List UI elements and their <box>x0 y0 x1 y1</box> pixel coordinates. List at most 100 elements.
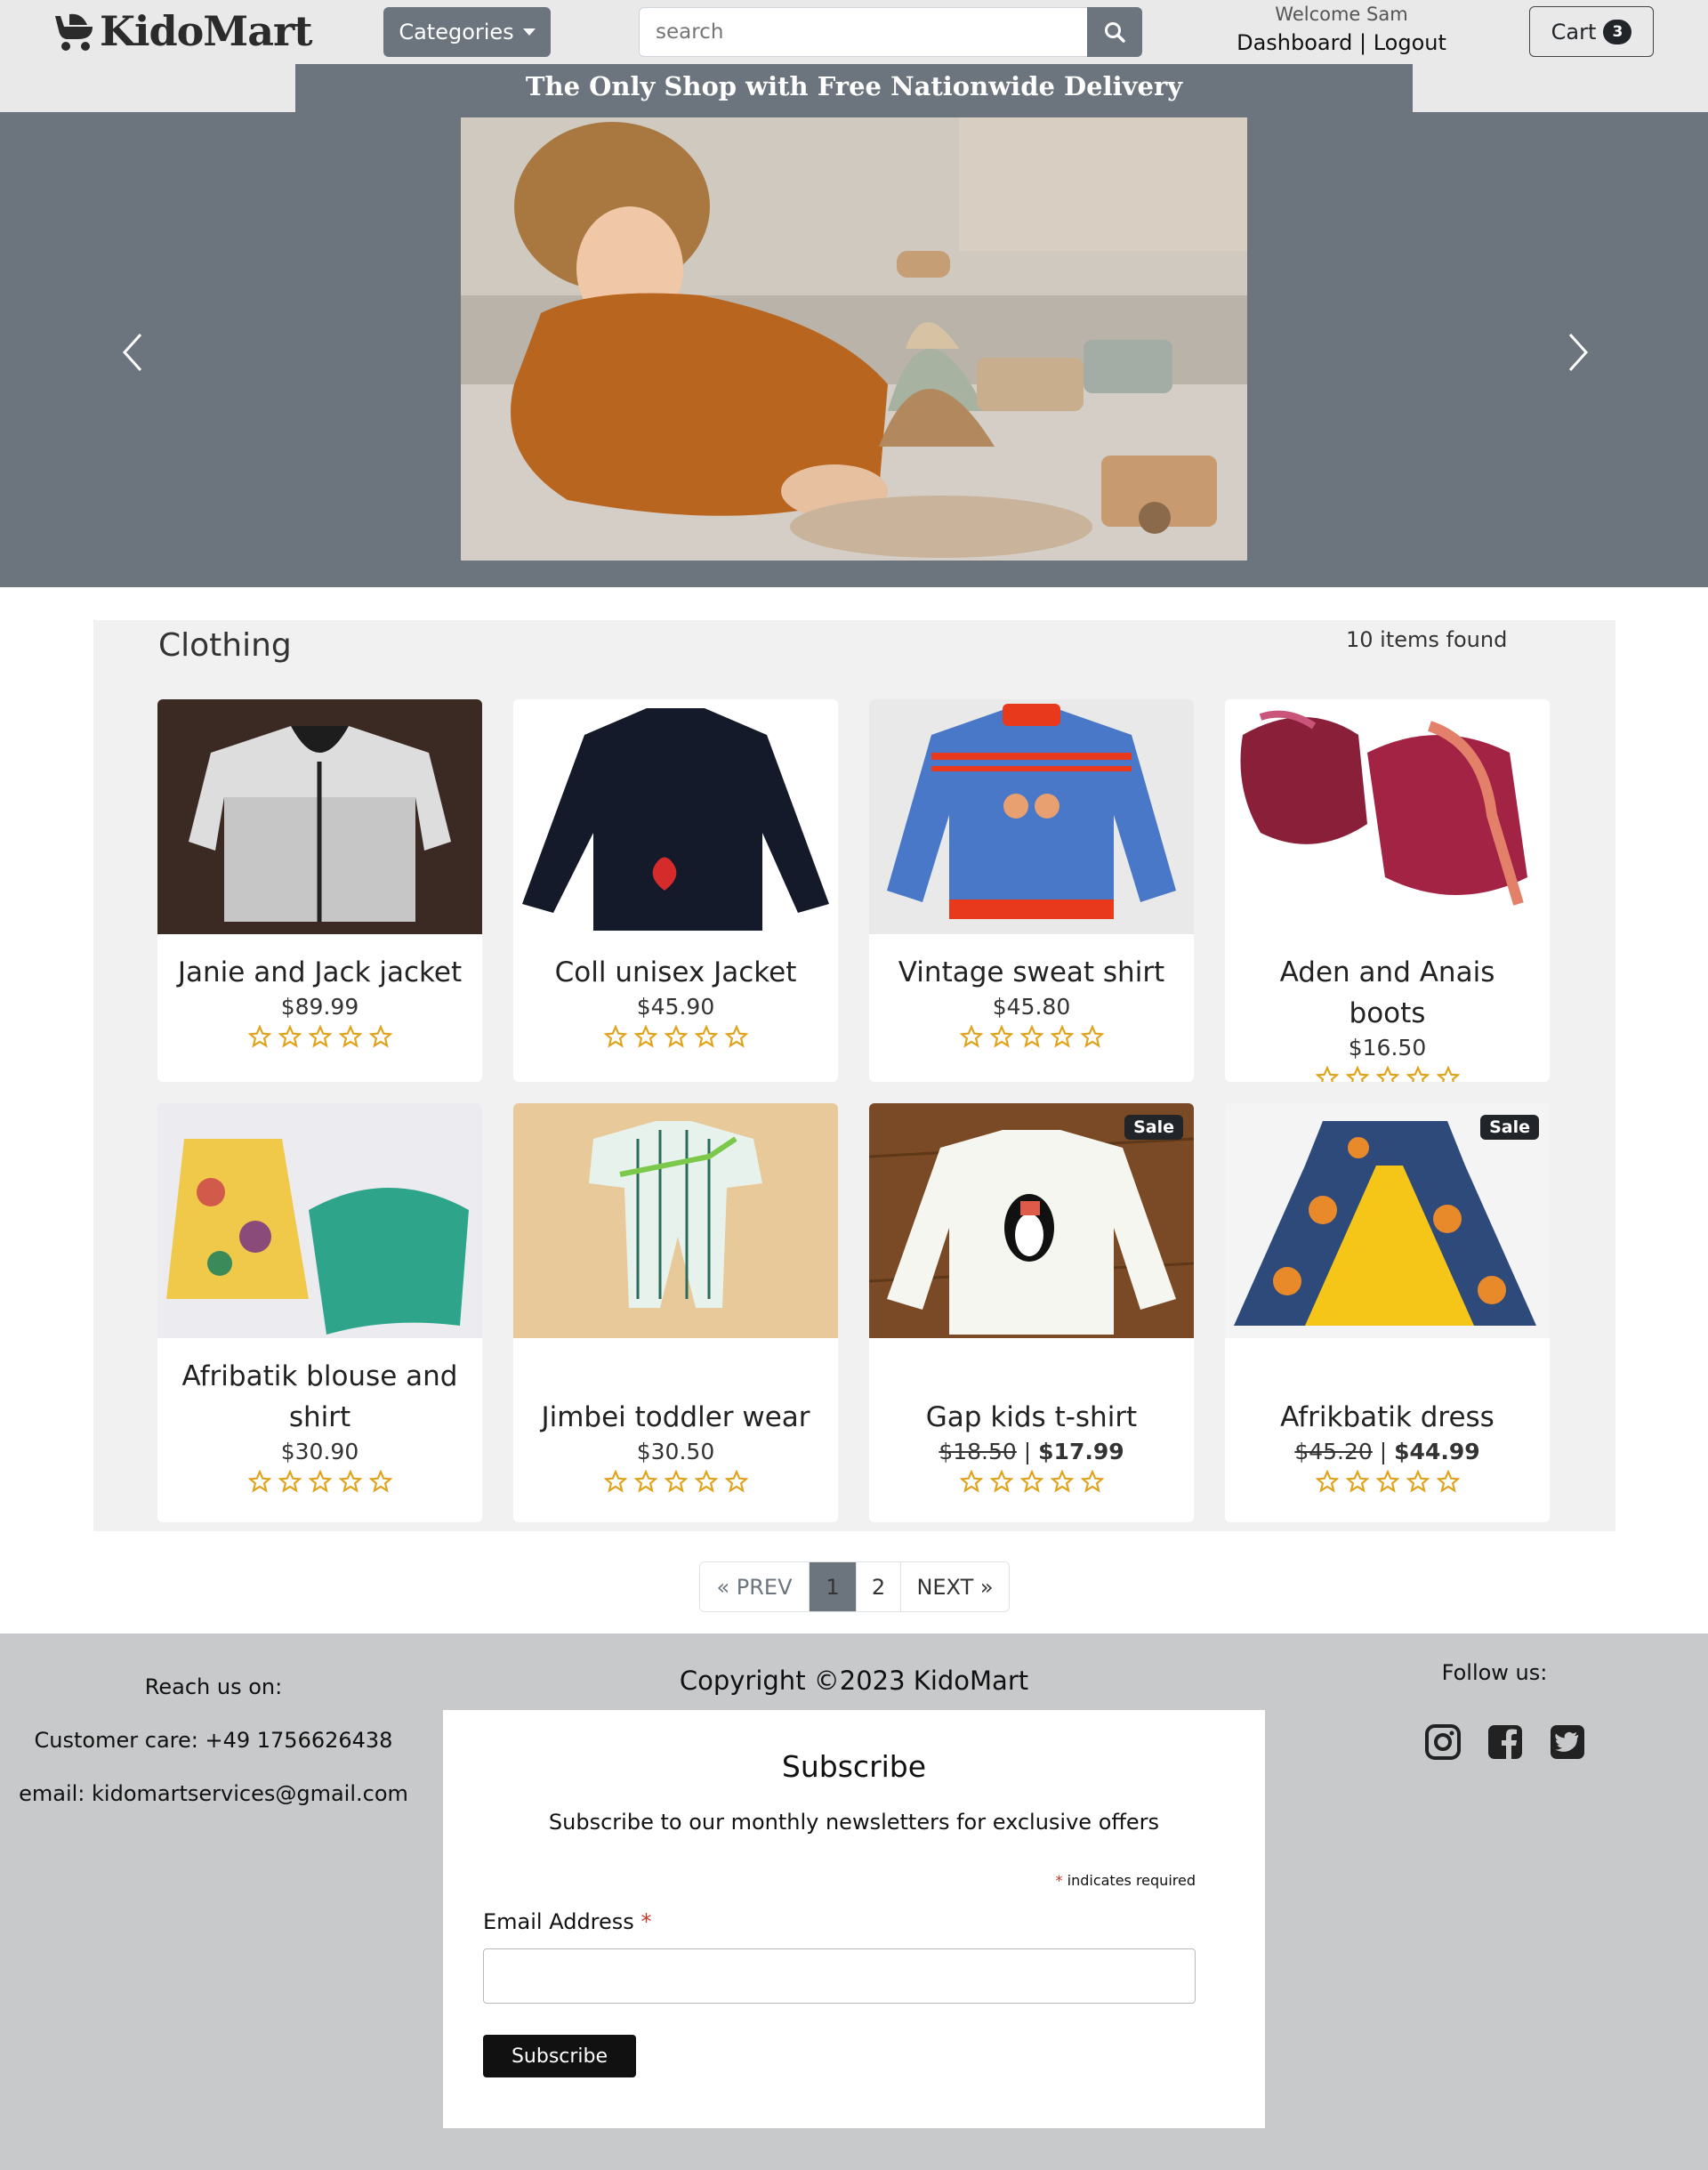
product-name[interactable]: Jimbei toddler wear <box>513 1397 838 1438</box>
product-image[interactable]: Sale <box>869 1103 1194 1338</box>
star-outline-icon <box>1375 1066 1399 1082</box>
star-outline-icon <box>338 1470 362 1493</box>
cart-button[interactable]: Cart 3 <box>1529 6 1654 57</box>
star-outline-icon <box>633 1025 657 1048</box>
product-info: Afribatik blouse and shirt $30.90 <box>157 1338 482 1493</box>
product-name[interactable]: Afribatik blouse and shirt <box>157 1356 482 1438</box>
email-link[interactable]: kidomartservices@gmail.com <box>92 1781 408 1806</box>
product-info: Jimbei toddler wear $30.50 <box>513 1338 838 1493</box>
cart-label: Cart <box>1551 19 1597 44</box>
carousel-next-icon[interactable] <box>1561 326 1597 379</box>
price-separator: | <box>1016 1439 1039 1464</box>
product-card[interactable]: Sale Afrikbatik dress $45.20 | $44.99 <box>1225 1103 1550 1522</box>
star-outline-icon <box>1406 1066 1430 1082</box>
price-separator: | <box>1372 1439 1395 1464</box>
page-2-button[interactable]: 2 <box>857 1562 901 1611</box>
product-info: Janie and Jack jacket $89.99 <box>157 934 482 1048</box>
follow-title: Follow us: <box>1441 1660 1548 1685</box>
star-outline-icon <box>989 1470 1013 1493</box>
facebook-icon[interactable] <box>1486 1722 1525 1762</box>
email-field[interactable] <box>483 1948 1196 2004</box>
categories-dropdown-button[interactable]: Categories <box>383 7 551 57</box>
search-icon <box>1105 22 1125 43</box>
carousel-prev-icon[interactable] <box>114 326 149 379</box>
product-name[interactable]: Afrikbatik dress <box>1225 1397 1550 1438</box>
dashboard-link[interactable]: Dashboard <box>1237 30 1352 55</box>
product-image[interactable] <box>157 699 482 934</box>
product-price: $89.99 <box>157 993 482 1021</box>
star-outline-icon <box>1019 1470 1043 1493</box>
product-name[interactable]: Coll unisex Jacket <box>513 952 838 993</box>
reach-title: Reach us on: <box>144 1674 283 1699</box>
product-name[interactable]: Vintage sweat shirt <box>869 952 1194 993</box>
product-name[interactable]: Janie and Jack jacket <box>157 952 482 993</box>
star-outline-icon <box>1019 1025 1043 1048</box>
product-image[interactable]: Sale <box>1225 1103 1550 1338</box>
pagination: « PREV 1 2 NEXT » <box>699 1561 1010 1612</box>
product-card[interactable]: Coll unisex Jacket $45.90 <box>513 699 838 1082</box>
subscribe-button[interactable]: Subscribe <box>483 2035 636 2077</box>
sale-badge: Sale <box>1124 1115 1183 1140</box>
search-input[interactable] <box>639 7 1087 57</box>
star-outline-icon <box>247 1470 271 1493</box>
star-outline-icon <box>694 1025 718 1048</box>
rating-stars <box>513 1025 838 1048</box>
sale-price: $17.99 <box>1038 1439 1124 1464</box>
product-image[interactable] <box>157 1103 482 1338</box>
search-bar <box>639 7 1142 57</box>
product-name[interactable]: Gap kids t-shirt <box>869 1397 1194 1438</box>
product-info: Coll unisex Jacket $45.90 <box>513 934 838 1048</box>
star-outline-icon <box>278 1470 302 1493</box>
rating-stars <box>157 1470 482 1493</box>
logo[interactable]: KidoMart <box>52 5 313 57</box>
logout-link[interactable]: Logout <box>1374 30 1446 55</box>
promo-banner: The Only Shop with Free Nationwide Deliv… <box>295 64 1413 112</box>
product-info: Gap kids t-shirt $18.50 | $17.99 <box>869 1338 1194 1493</box>
star-outline-icon <box>278 1025 302 1048</box>
product-name[interactable]: Aden and Anais boots <box>1225 952 1550 1034</box>
product-card[interactable]: Aden and Anais boots $16.50 <box>1225 699 1550 1082</box>
search-button[interactable] <box>1087 7 1142 57</box>
contact-info: Reach us on: Customer care: +49 17566264… <box>0 1660 427 1820</box>
product-image[interactable] <box>869 699 1194 934</box>
star-outline-icon <box>308 1470 332 1493</box>
copyright: Copyright ©2023 KidoMart <box>679 1666 1029 1696</box>
categories-label: Categories <box>399 20 514 44</box>
caret-down-icon <box>522 28 536 36</box>
product-info: Aden and Anais boots $16.50 <box>1225 934 1550 1082</box>
star-outline-icon <box>603 1025 627 1048</box>
email-label: email: <box>19 1781 85 1806</box>
product-image[interactable] <box>1225 699 1550 934</box>
rating-stars <box>1225 1066 1550 1082</box>
product-image[interactable] <box>513 1103 838 1338</box>
product-card[interactable]: Afribatik blouse and shirt $30.90 <box>157 1103 482 1522</box>
link-separator: | <box>1358 30 1367 55</box>
star-outline-icon <box>724 1470 748 1493</box>
product-card[interactable]: Janie and Jack jacket $89.99 <box>157 699 482 1082</box>
product-card[interactable]: Sale Gap kids t-shirt $18.50 | $17.99 <box>869 1103 1194 1522</box>
twitter-icon[interactable] <box>1548 1722 1587 1762</box>
product-image[interactable] <box>513 699 838 934</box>
child-playing-blocks-image <box>461 117 1247 561</box>
rating-stars <box>869 1470 1194 1493</box>
star-outline-icon <box>694 1470 718 1493</box>
sale-price: $44.99 <box>1394 1439 1480 1464</box>
product-card[interactable]: Vintage sweat shirt $45.80 <box>869 699 1194 1082</box>
email-field-label: Email Address * <box>483 1909 651 1934</box>
product-price: $45.20 | $44.99 <box>1225 1438 1550 1466</box>
product-price: $45.80 <box>869 993 1194 1021</box>
star-outline-icon <box>959 1025 983 1048</box>
logo-text: KidoMart <box>100 7 313 55</box>
product-price: $30.90 <box>157 1438 482 1466</box>
page-1-button[interactable]: 1 <box>810 1562 857 1611</box>
next-page-button[interactable]: NEXT » <box>901 1562 1009 1611</box>
product-card[interactable]: Jimbei toddler wear $30.50 <box>513 1103 838 1522</box>
prev-page-button[interactable]: « PREV <box>700 1562 810 1611</box>
product-info: Afrikbatik dress $45.20 | $44.99 <box>1225 1338 1550 1493</box>
stroller-icon <box>55 13 93 51</box>
star-outline-icon <box>1436 1066 1460 1082</box>
instagram-icon[interactable] <box>1423 1722 1462 1762</box>
price: $45.90 <box>636 994 715 1020</box>
star-outline-icon <box>664 1025 688 1048</box>
rating-stars <box>157 1025 482 1048</box>
